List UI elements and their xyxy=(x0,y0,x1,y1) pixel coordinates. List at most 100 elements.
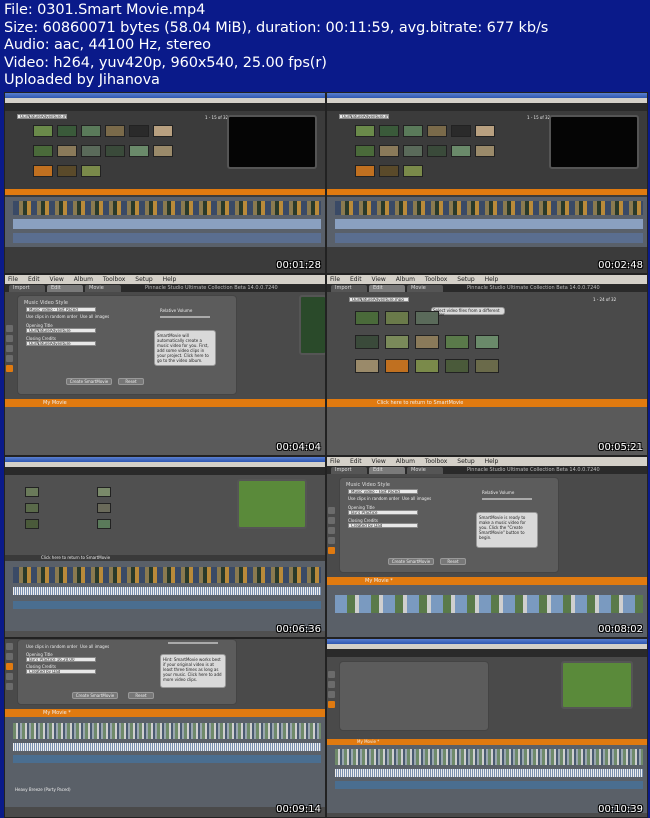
tool-icon[interactable] xyxy=(6,335,13,342)
clip-thumb[interactable] xyxy=(385,335,409,349)
menu-setup[interactable]: Setup xyxy=(457,458,474,465)
tool-icon[interactable] xyxy=(6,653,13,660)
audio-track[interactable] xyxy=(335,219,643,229)
use-clips-option[interactable]: Use clips in random order xyxy=(348,496,399,501)
menu-toolbox[interactable]: Toolbox xyxy=(425,458,448,465)
menu-album[interactable]: Album xyxy=(396,458,415,465)
clip-thumb[interactable] xyxy=(105,125,125,137)
music-track[interactable] xyxy=(335,233,643,243)
clip-thumb[interactable] xyxy=(427,145,447,157)
folder-select[interactable]: OurNatureAdventure.mpg xyxy=(349,297,409,302)
clip-thumb[interactable] xyxy=(129,145,149,157)
clip-thumb[interactable] xyxy=(385,311,409,325)
clip-thumb[interactable] xyxy=(427,125,447,137)
clip-thumb[interactable] xyxy=(451,125,471,137)
video-track[interactable] xyxy=(335,595,643,613)
tab-import[interactable]: Import xyxy=(9,285,45,292)
clip-thumb[interactable] xyxy=(25,519,39,529)
use-all-images-option[interactable]: Use all images xyxy=(402,496,431,501)
menu-toolbox[interactable]: Toolbox xyxy=(103,276,126,283)
clip-thumb[interactable] xyxy=(129,125,149,137)
clip-thumb[interactable] xyxy=(403,125,423,137)
music-track[interactable] xyxy=(335,781,643,789)
style-select[interactable]: Music video - Fast Paced xyxy=(348,489,418,494)
tool-icon[interactable] xyxy=(6,673,13,680)
video-track[interactable] xyxy=(13,201,321,215)
tab-edit[interactable]: Edit xyxy=(369,467,405,474)
tool-icon[interactable] xyxy=(328,517,335,524)
clip-thumb[interactable] xyxy=(355,335,379,349)
tool-icon[interactable] xyxy=(328,671,335,678)
tool-icon[interactable] xyxy=(6,643,13,650)
reset-button[interactable]: Reset xyxy=(118,378,144,385)
tab-import[interactable]: Import xyxy=(331,285,367,292)
style-select[interactable]: Music video - Fast Paced xyxy=(26,307,96,312)
opening-title-field[interactable]: Jay's Practice 16.20.00 xyxy=(26,657,96,662)
clip-thumb[interactable] xyxy=(97,519,111,529)
clip-thumb[interactable] xyxy=(25,487,39,497)
clip-thumb[interactable] xyxy=(33,125,53,137)
tool-icon[interactable] xyxy=(6,355,13,362)
menu-view[interactable]: View xyxy=(50,276,64,283)
tool-icon[interactable] xyxy=(328,691,335,698)
menu-edit[interactable]: Edit xyxy=(350,276,362,283)
clip-thumb[interactable] xyxy=(81,145,101,157)
menu-album[interactable]: Album xyxy=(74,276,93,283)
clip-thumb[interactable] xyxy=(415,311,439,325)
clip-thumb[interactable] xyxy=(475,145,495,157)
folder-select[interactable]: OurNatureAdventure.mpg xyxy=(339,114,389,119)
preview-player[interactable] xyxy=(227,115,317,169)
clip-thumb[interactable] xyxy=(57,165,77,177)
clip-thumb[interactable] xyxy=(81,125,101,137)
closing-credits-field[interactable]: Created by Dad xyxy=(348,523,418,528)
clip-thumb[interactable] xyxy=(355,359,379,373)
menu-file[interactable]: File xyxy=(330,458,340,465)
tab-import[interactable]: Import xyxy=(331,467,367,474)
tool-icon[interactable] xyxy=(328,507,335,514)
tab-edit[interactable]: Edit xyxy=(47,285,83,292)
smartmovie-icon[interactable] xyxy=(328,701,335,708)
video-track[interactable] xyxy=(13,723,321,739)
clip-thumb[interactable] xyxy=(97,487,111,497)
preview-player[interactable] xyxy=(549,115,639,169)
reset-button[interactable]: Reset xyxy=(440,558,466,565)
clip-thumb[interactable] xyxy=(57,145,77,157)
relative-volume-slider[interactable] xyxy=(482,498,532,500)
tool-icon[interactable] xyxy=(6,345,13,352)
closing-credits-field[interactable]: Created by Dad xyxy=(26,669,96,674)
create-smartmovie-button[interactable]: Create SmartMovie xyxy=(388,558,434,565)
menu-setup[interactable]: Setup xyxy=(135,276,152,283)
menu-edit[interactable]: Edit xyxy=(350,458,362,465)
tool-icon[interactable] xyxy=(6,683,13,690)
music-track[interactable] xyxy=(13,755,321,763)
clip-thumb[interactable] xyxy=(81,165,101,177)
preview-player[interactable] xyxy=(561,661,633,709)
clip-thumb[interactable] xyxy=(451,145,471,157)
menu-view[interactable]: View xyxy=(372,276,386,283)
menu-album[interactable]: Album xyxy=(396,276,415,283)
menu-file[interactable]: File xyxy=(8,276,18,283)
menu-help[interactable]: Help xyxy=(163,276,177,283)
menu-help[interactable]: Help xyxy=(485,458,499,465)
video-track[interactable] xyxy=(13,567,321,583)
smartmovie-icon[interactable] xyxy=(6,365,13,372)
tab-movie[interactable]: Movie xyxy=(85,285,121,292)
tool-icon[interactable] xyxy=(6,325,13,332)
clip-thumb[interactable] xyxy=(403,165,423,177)
audio-track[interactable] xyxy=(13,219,321,229)
use-clips-option[interactable]: Use clips in random order xyxy=(26,644,77,649)
clip-thumb[interactable] xyxy=(57,125,77,137)
clip-thumb[interactable] xyxy=(97,503,111,513)
preview-player[interactable] xyxy=(299,295,325,355)
menu-setup[interactable]: Setup xyxy=(457,276,474,283)
tab-movie[interactable]: Movie xyxy=(407,467,443,474)
video-track[interactable] xyxy=(335,749,643,765)
clip-thumb[interactable] xyxy=(445,359,469,373)
menu-help[interactable]: Help xyxy=(485,276,499,283)
clip-thumb[interactable] xyxy=(379,165,399,177)
clip-thumb[interactable] xyxy=(445,335,469,349)
clip-thumb[interactable] xyxy=(105,145,125,157)
smartmovie-icon[interactable] xyxy=(6,663,13,670)
clip-thumb[interactable] xyxy=(355,145,375,157)
clip-thumb[interactable] xyxy=(379,125,399,137)
